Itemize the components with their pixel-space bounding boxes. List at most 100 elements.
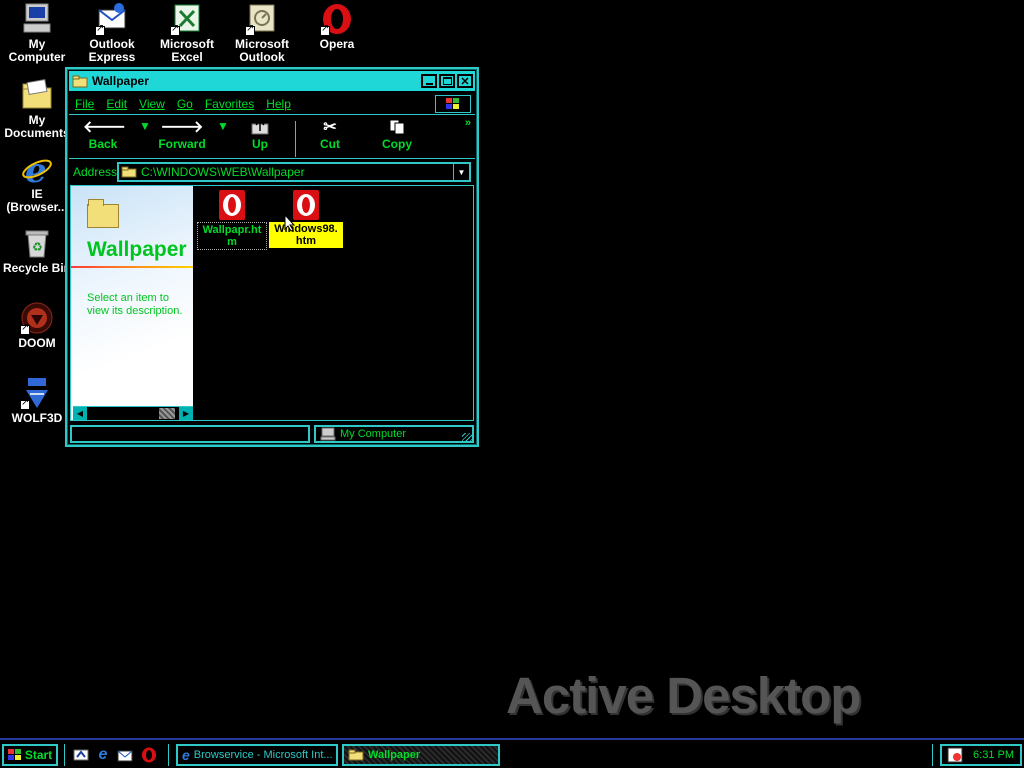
opera-quicklaunch-icon[interactable] (140, 746, 158, 764)
window-title: Wallpaper (92, 74, 149, 88)
desktop-icon-my-computer[interactable]: My Computer (0, 2, 74, 64)
scroll-left-button[interactable]: ◀ (73, 407, 87, 420)
mouse-cursor-icon (284, 213, 296, 235)
desktop-icon-label: Outlook Express (88, 37, 136, 64)
scissors-icon: ✂ (323, 119, 337, 136)
address-value: C:\WINDOWS\WEB\Wallpaper (141, 165, 305, 179)
desktop-icon-label: Opera (319, 37, 355, 51)
quick-launch-divider (64, 744, 66, 766)
task-label: Wallpaper (368, 749, 421, 761)
menu-edit[interactable]: Edit (100, 97, 133, 111)
scroll-thumb[interactable] (159, 408, 175, 419)
folder-icon (72, 75, 88, 88)
recycle-bin-icon: ♻ (20, 226, 54, 260)
clock[interactable]: 6:31 PM (973, 749, 1014, 761)
menu-file[interactable]: File (69, 97, 100, 111)
up-folder-icon (245, 119, 275, 137)
start-button[interactable]: Start (2, 744, 58, 766)
scheduler-tray-icon[interactable] (947, 747, 963, 763)
up-label: Up (252, 137, 268, 151)
file-label: Windows98.htm (269, 222, 343, 248)
back-label: Back (88, 137, 118, 151)
wolf3d-icon (20, 376, 54, 410)
back-button[interactable]: 🡐 Back (83, 119, 126, 151)
desktop-icon-opera[interactable]: Opera (300, 2, 374, 51)
internet-explorer-icon: e (182, 747, 190, 763)
maximize-button[interactable] (439, 74, 455, 88)
shortcut-arrow-icon (20, 397, 30, 410)
desktop-icon-outlook[interactable]: Microsoft Outlook (225, 2, 299, 64)
folder-icon (348, 749, 364, 761)
file-item-wallpapr[interactable]: Wallpapr.htm (195, 190, 269, 250)
desktop-icon-excel[interactable]: Microsoft Excel (150, 2, 224, 64)
menu-help[interactable]: Help (260, 97, 297, 111)
forward-dropdown-icon[interactable]: ▼ (217, 119, 229, 133)
desktop-icon-outlook-express[interactable]: Outlook Express (75, 2, 149, 64)
task-button-browservice[interactable]: e Browservice - Microsoft Int... (176, 744, 338, 766)
explorer-window[interactable]: Wallpaper ✕ File Edit View Go Favorites … (65, 67, 479, 447)
desktop-icon-label: DOOM (18, 336, 56, 350)
close-button[interactable]: ✕ (457, 74, 473, 88)
back-arrow-icon: 🡐 (83, 119, 126, 136)
title-bar[interactable]: Wallpaper ✕ (69, 71, 475, 91)
active-desktop-watermark: Active Desktop (506, 667, 861, 724)
status-bar: My Computer (70, 425, 474, 445)
desktop-icon-ie[interactable]: e IE (Browser... (0, 151, 74, 214)
address-dropdown-button[interactable]: ▼ (453, 164, 469, 180)
panel-title: Wallpaper (87, 238, 187, 261)
copy-icon (379, 119, 415, 137)
desktop-icon-label: Microsoft Excel (160, 37, 214, 64)
file-item-windows98[interactable]: Windows98.htm (269, 190, 343, 248)
quick-launch-divider (168, 744, 170, 766)
desktop-icon-doom[interactable]: DOOM (0, 301, 74, 350)
panel-divider (71, 266, 193, 268)
menu-bar: File Edit View Go Favorites Help (69, 93, 475, 115)
tray-divider (932, 744, 934, 766)
menu-favorites[interactable]: Favorites (199, 97, 260, 111)
doom-icon (20, 301, 54, 335)
ie-quicklaunch-icon[interactable]: e (94, 746, 112, 764)
web-view-panel: Wallpaper Select an item to view its des… (71, 186, 193, 420)
horizontal-scrollbar[interactable]: ◀ ▶ (73, 406, 193, 420)
excel-icon (170, 2, 204, 36)
status-left-pane (70, 425, 310, 443)
toolbar-chevron[interactable]: » (465, 117, 471, 129)
computer-icon (320, 427, 336, 441)
outlook-express-quicklaunch-icon[interactable] (116, 746, 134, 764)
close-icon: ✕ (460, 75, 470, 88)
show-desktop-icon[interactable] (72, 746, 90, 764)
shortcut-arrow-icon (320, 23, 330, 36)
forward-label: Forward (158, 137, 206, 151)
toolbar-separator (295, 121, 297, 157)
task-label: Browservice - Microsoft Int... (193, 749, 333, 761)
address-input[interactable]: C:\WINDOWS\WEB\Wallpaper ▼ (117, 162, 471, 182)
desktop-icon-recycle-bin[interactable]: ♻ Recycle Bin (0, 226, 74, 275)
opera-document-icon (219, 190, 245, 220)
desktop-icon-wolf3d[interactable]: WOLF3D (0, 376, 74, 425)
menu-go[interactable]: Go (171, 97, 199, 111)
menu-view[interactable]: View (133, 97, 171, 111)
panel-description: Select an item to view its description. (87, 292, 183, 317)
address-label: Address (73, 165, 118, 179)
back-dropdown-icon[interactable]: ▼ (139, 119, 151, 133)
desktop-icon-my-documents[interactable]: My Documents (0, 78, 74, 140)
desktop-icon-label: My Computer (8, 37, 66, 64)
toolbar: 🡐 Back ▼ 🡒 Forward ▼ Up ✂ Cut Copy » (69, 117, 475, 159)
internet-explorer-icon: e (20, 151, 54, 191)
scroll-right-button[interactable]: ▶ (179, 407, 193, 420)
content-area[interactable]: Wallpaper Select an item to view its des… (70, 185, 474, 421)
forward-button[interactable]: 🡒 Forward (157, 119, 207, 151)
minimize-button[interactable] (421, 74, 437, 88)
cut-button[interactable]: ✂ Cut (315, 119, 345, 151)
up-button[interactable]: Up (245, 119, 275, 151)
computer-icon (20, 2, 54, 36)
maximize-icon (442, 77, 452, 85)
copy-button[interactable]: Copy (379, 119, 415, 151)
forward-arrow-icon: 🡒 (160, 119, 204, 136)
task-button-wallpaper[interactable]: Wallpaper (342, 744, 500, 766)
address-bar: Address C:\WINDOWS\WEB\Wallpaper ▼ (69, 161, 475, 183)
resize-grip[interactable] (462, 433, 472, 443)
desktop-icon-label: Recycle Bin (2, 261, 72, 275)
folder-icon (121, 166, 137, 178)
desktop-icon-label: My Documents (4, 113, 70, 140)
